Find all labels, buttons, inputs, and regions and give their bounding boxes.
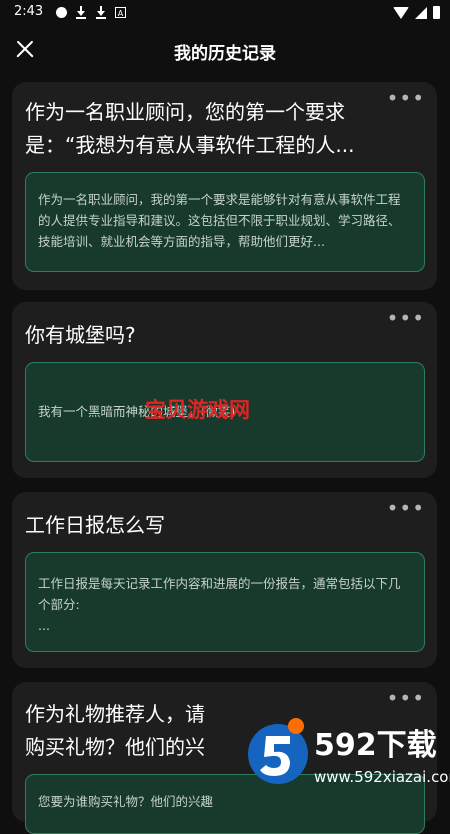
- notification-icons: A: [56, 6, 126, 19]
- header: 我的历史记录: [0, 28, 450, 72]
- a-icon: A: [115, 7, 126, 18]
- signal-icon: [415, 6, 427, 19]
- battery-icon: [433, 6, 440, 19]
- wifi-icon: [393, 6, 409, 19]
- watermark-logo: 592下载 www.592xiazai.com: [236, 706, 450, 800]
- question-text: 作为礼物推荐人，请购买礼物？他们的兴: [25, 702, 205, 759]
- reply-preview[interactable]: 工作日报是每天记录工作内容和进展的一份报告，通常包括以下几个部分: ...: [25, 552, 425, 652]
- question-text: 作为一名职业顾问，您的第一个要求是：“我想为有意从事软件工程的人...: [25, 100, 355, 157]
- question-text: 工作日报怎么写: [25, 513, 165, 537]
- status-time: 2:43: [14, 4, 44, 19]
- status-bar: 2:43 A: [0, 0, 450, 28]
- download-icon: [75, 6, 87, 19]
- logo-icon: [248, 718, 308, 784]
- download-icon: [95, 6, 107, 19]
- reply-text: 工作日报是每天记录工作内容和进展的一份报告，通常包括以下几个部分: ...: [38, 576, 401, 633]
- more-options-icon[interactable]: •••: [387, 688, 425, 708]
- watermark-text: 宝贝游戏网: [145, 398, 250, 422]
- dot-icon: [56, 7, 67, 18]
- page-title: 我的历史记录: [174, 44, 276, 64]
- history-card[interactable]: ••• 你有城堡吗? 我有一个黑暗而神秘的城堡。(微笑): [12, 302, 437, 478]
- watermark-url: www.592xiazai.com: [314, 768, 450, 786]
- question-text: 你有城堡吗?: [25, 323, 136, 347]
- history-card[interactable]: ••• 作为一名职业顾问，您的第一个要求是：“我想为有意从事软件工程的人... …: [12, 82, 437, 290]
- reply-preview[interactable]: 作为一名职业顾问，我的第一个要求是能够针对有意从事软件工程的人提供专业指导和建议…: [25, 172, 425, 272]
- history-card[interactable]: ••• 工作日报怎么写 工作日报是每天记录工作内容和进展的一份报告，通常包括以下…: [12, 492, 437, 668]
- reply-text: 作为一名职业顾问，我的第一个要求是能够针对有意从事软件工程的人提供专业指导和建议…: [38, 192, 401, 249]
- watermark-brand: 592下载: [314, 728, 437, 763]
- system-icons: [393, 6, 440, 19]
